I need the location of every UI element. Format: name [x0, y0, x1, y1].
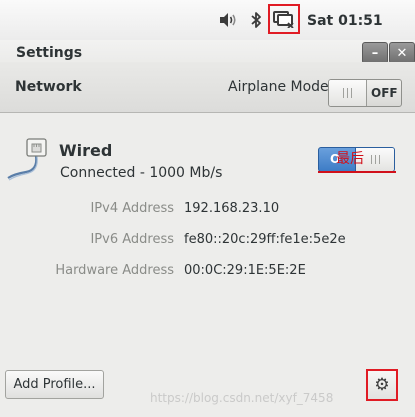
airplane-state-text: OFF [371, 86, 398, 100]
ipv4-value: 192.168.23.10 [184, 201, 280, 216]
top-panel: Sat 01:51 [0, 0, 415, 40]
ipv4-label: IPv4 Address [90, 201, 174, 216]
annotation-underline [318, 171, 396, 173]
close-button[interactable]: ✕ [389, 42, 415, 64]
hardware-address-label: Hardware Address [55, 263, 174, 278]
watermark: https://blog.csdn.net/xyf_7458 [150, 391, 334, 405]
ethernet-cable-icon [6, 136, 52, 182]
airplane-mode-label: Airplane Mode [228, 79, 329, 95]
ipv6-value: fe80::20c:29ff:fe1e:5e2e [184, 232, 346, 247]
minimize-button[interactable]: – [362, 42, 388, 64]
minimize-icon: – [371, 45, 379, 61]
volume-icon[interactable] [218, 0, 238, 40]
clock[interactable]: Sat 01:51 [307, 0, 383, 40]
wired-network-icon[interactable] [268, 4, 300, 34]
knob-grip [379, 155, 380, 164]
knob-grip [371, 155, 372, 164]
page-title: Network [15, 79, 82, 95]
ipv6-label: IPv6 Address [90, 232, 174, 247]
gear-icon[interactable]: ⚙ [366, 369, 398, 401]
knob-grip [347, 88, 348, 98]
bluetooth-icon[interactable] [250, 0, 262, 40]
add-profile-button[interactable]: Add Profile... [5, 370, 104, 399]
switch-knob[interactable] [329, 80, 367, 106]
airplane-mode-switch[interactable]: OFF [328, 79, 402, 107]
hardware-address-value: 00:0C:29:1E:5E:2E [184, 263, 306, 278]
knob-grip [375, 155, 376, 164]
settings-gear-glyph: ⚙ [374, 375, 390, 395]
close-icon: ✕ [396, 45, 408, 61]
knob-grip [343, 88, 344, 98]
annotation-text: 最后 [336, 151, 364, 167]
knob-grip [351, 88, 352, 98]
connection-status: Connected - 1000 Mb/s [60, 165, 223, 181]
device-name: Wired [59, 141, 113, 160]
